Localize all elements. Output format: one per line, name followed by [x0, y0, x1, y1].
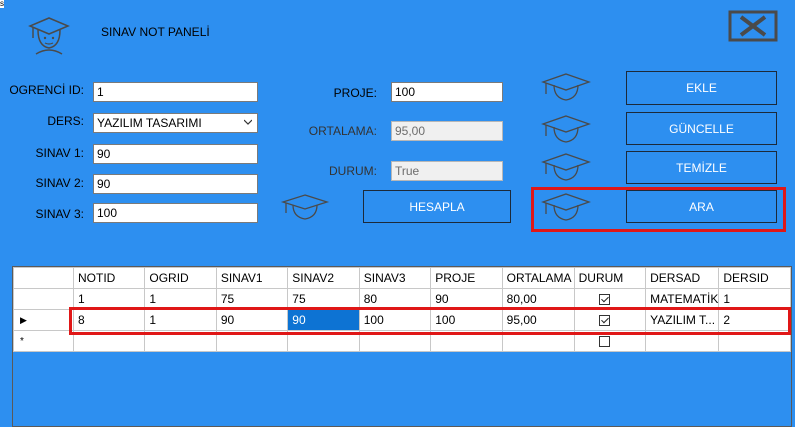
durum-field: True: [391, 161, 503, 181]
corner-text: s: [0, 0, 4, 8]
data-grid[interactable]: NOTID OGRID SINAV1 SINAV2 SINAV3 PROJE O…: [12, 266, 792, 427]
new-row-marker: *: [20, 335, 24, 347]
durum-label: DURUM:: [329, 164, 377, 178]
ortalama-field: 95,00: [391, 121, 503, 141]
ders-selected-value: YAZILIM TASARIMI: [97, 116, 202, 130]
ekle-button[interactable]: EKLE: [626, 71, 777, 105]
row-header[interactable]: ▶: [12, 309, 75, 331]
graduate-icon: [541, 73, 591, 101]
column-header[interactable]: SINAV2: [287, 267, 360, 289]
row-header[interactable]: *: [12, 330, 75, 352]
window-title: SINAV NOT PANELİ: [101, 25, 210, 39]
durum-checkbox[interactable]: [598, 294, 610, 306]
sinav2-label: SINAV 2:: [35, 176, 84, 190]
sinav1-label: SINAV 1:: [35, 146, 84, 160]
ogrenci-id-field[interactable]: 1: [93, 82, 258, 102]
temizle-button[interactable]: TEMİZLE: [626, 151, 777, 184]
column-header[interactable]: SINAV3: [358, 267, 432, 289]
grid-header-row: NOTID OGRID SINAV1 SINAV2 SINAV3 PROJE O…: [12, 267, 791, 289]
close-icon[interactable]: [728, 10, 778, 42]
proje-field[interactable]: 100: [391, 82, 503, 102]
ara-highlight-box: [531, 187, 786, 232]
sinav2-field[interactable]: 90: [93, 174, 258, 194]
durum-checkbox[interactable]: [598, 336, 610, 348]
chevron-down-icon: [244, 119, 252, 125]
sinav1-field[interactable]: 90: [93, 144, 258, 164]
row-highlight-box: [69, 307, 791, 335]
column-header[interactable]: DURUM: [573, 267, 647, 289]
sinav3-field[interactable]: 100: [93, 203, 258, 223]
ders-dropdown[interactable]: YAZILIM TASARIMI: [93, 113, 258, 133]
current-row-marker: ▶: [20, 314, 27, 325]
column-header[interactable]: PROJE: [430, 267, 503, 289]
column-header[interactable]: ORTALAMA: [501, 267, 575, 289]
ortalama-label: ORTALAMA:: [308, 124, 377, 138]
column-header[interactable]: DERSAD: [645, 267, 720, 289]
column-header[interactable]: NOTID: [73, 267, 146, 289]
graduate-icon: [541, 115, 591, 143]
column-header[interactable]: OGRID: [144, 267, 217, 289]
guncelle-button[interactable]: GÜNCELLE: [626, 112, 777, 145]
graduate-icon: [541, 153, 591, 181]
proje-label: PROJE:: [333, 86, 377, 100]
ders-label: DERS:: [47, 114, 84, 128]
column-header[interactable]: DERSID: [718, 267, 791, 289]
sinav3-label: SINAV 3:: [35, 207, 84, 221]
hesapla-button[interactable]: HESAPLA: [363, 190, 511, 223]
graduate-icon: [280, 194, 330, 220]
column-header[interactable]: SINAV1: [215, 267, 289, 289]
grid-corner: [12, 267, 75, 289]
graduate-icon: [28, 17, 70, 55]
ogrenci-id-label: OGRENCİ ID:: [9, 83, 84, 97]
row-header[interactable]: [12, 288, 75, 310]
main-window: SINAV NOT PANELİ OGRENCİ ID: 1 DERS: YAZ…: [0, 0, 795, 427]
